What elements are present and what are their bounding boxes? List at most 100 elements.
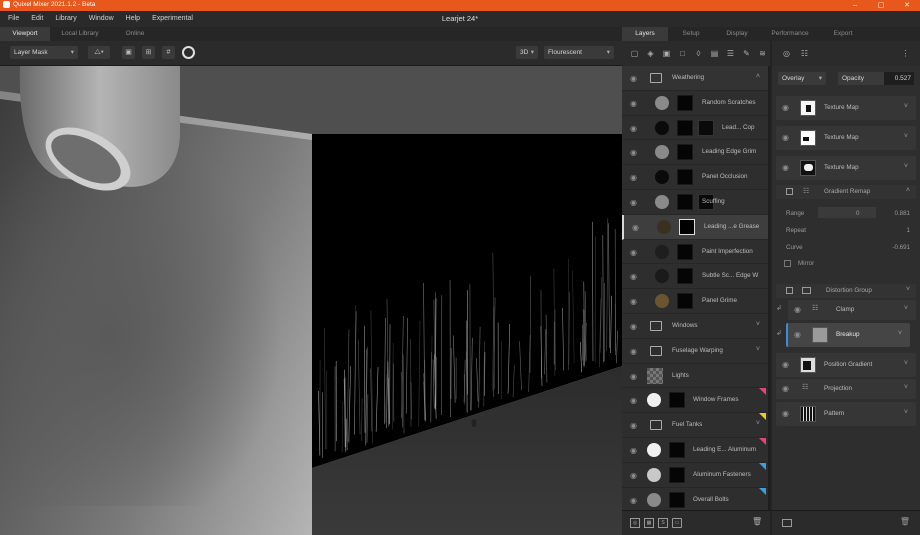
layer-row[interactable]: ◉ Panel Grime: [622, 289, 768, 314]
layer-folder[interactable]: ◉ Fuel Tanks ˅: [622, 413, 768, 438]
eye-icon[interactable]: ◉: [630, 173, 637, 182]
eye-icon[interactable]: ◉: [630, 74, 637, 83]
opacity-input[interactable]: 0.527: [884, 72, 914, 85]
eye-icon[interactable]: ◉: [630, 496, 637, 505]
eye-icon[interactable]: ◉: [630, 148, 637, 157]
add-smart-icon[interactable]: S: [658, 518, 668, 528]
menu-library[interactable]: Library: [49, 11, 82, 27]
position-gradient-card[interactable]: ◉ Position Gradient ˅: [776, 353, 916, 377]
chevron-down-icon[interactable]: ˅: [904, 305, 908, 312]
eye-icon[interactable]: ◉: [630, 421, 637, 430]
minimize-button[interactable]: –: [842, 0, 868, 11]
tab-online[interactable]: Online: [110, 27, 160, 41]
menu-edit[interactable]: Edit: [25, 11, 49, 27]
chevron-icon[interactable]: ˅: [756, 321, 760, 328]
layer-row[interactable]: ◉ Random Scratches: [622, 91, 768, 116]
split-view-button[interactable]: ⊞: [142, 46, 155, 59]
lighting-dropdown[interactable]: Flourescent ▾: [544, 46, 614, 59]
eye-icon[interactable]: ◉: [782, 384, 789, 393]
eye-icon[interactable]: ◉: [630, 322, 637, 331]
eye-icon[interactable]: ◉: [782, 133, 789, 142]
layer-properties-icon[interactable]: ◎: [780, 49, 793, 58]
image-view-button[interactable]: ▣: [122, 46, 135, 59]
mirror-checkbox[interactable]: [784, 260, 791, 267]
paint-mode-button[interactable]: ⧍▾: [88, 46, 110, 59]
eye-icon[interactable]: ◉: [782, 103, 789, 112]
tab-setup[interactable]: Setup: [668, 27, 714, 41]
texture-map-card[interactable]: ◉ Texture Map ˅: [776, 156, 916, 180]
add-folder-icon[interactable]: ▭: [672, 518, 682, 528]
view-mode-dropdown[interactable]: Layer Mask ▾: [10, 46, 78, 59]
maximize-button[interactable]: ▢: [868, 0, 894, 11]
chevron-icon[interactable]: ˅: [756, 346, 760, 353]
repeat-value[interactable]: 1: [907, 227, 910, 234]
tab-performance[interactable]: Performance: [760, 27, 820, 41]
layer-row[interactable]: ◉ Leading E... Aluminum: [622, 437, 768, 463]
add-paint-layer-icon[interactable]: ▢: [628, 49, 641, 58]
eye-icon[interactable]: ◉: [782, 409, 789, 418]
layer-row[interactable]: ◉ Leading ...e Grease: [622, 214, 768, 240]
chevron-up-icon[interactable]: ˄: [906, 187, 910, 194]
menu-window[interactable]: Window: [83, 11, 120, 27]
delete-layer-icon[interactable]: 🗑: [752, 518, 762, 528]
tab-display[interactable]: Display: [714, 27, 760, 41]
layer-folder[interactable]: ◉ Windows ˅: [622, 314, 768, 339]
menu-file[interactable]: File: [2, 11, 25, 27]
layer-row[interactable]: ◉ Paint Imperfection: [622, 240, 768, 265]
chevron-down-icon[interactable]: ˅: [906, 286, 910, 293]
eye-icon[interactable]: ◉: [630, 198, 637, 207]
more-icon[interactable]: ⋮: [899, 49, 912, 58]
distortion-group-header[interactable]: Distortion Group ˅: [776, 284, 916, 298]
eye-icon[interactable]: ◉: [630, 446, 637, 455]
layer-row[interactable]: ◉ Overall Bolts: [622, 487, 768, 510]
smart-material-icon[interactable]: ▤: [708, 49, 721, 58]
eye-icon[interactable]: ◉: [630, 396, 637, 405]
gradient-remap-header[interactable]: ☷ Gradient Remap ˄: [776, 185, 916, 199]
layer-row[interactable]: ◉ Lights: [622, 364, 768, 389]
menu-help[interactable]: Help: [120, 11, 146, 27]
eye-icon[interactable]: ◉: [630, 99, 637, 108]
eye-icon[interactable]: ◉: [794, 330, 801, 339]
enable-checkbox[interactable]: [786, 188, 793, 195]
drop-icon[interactable]: ◊: [692, 49, 705, 58]
eye-icon[interactable]: ◉: [630, 347, 637, 356]
layer-row[interactable]: ◉ Lead... Cop: [622, 116, 768, 141]
layer-row[interactable]: ◉ Subtle Sc... Edge W: [622, 264, 768, 290]
tab-local-library[interactable]: Local Library: [55, 27, 105, 41]
chevron-down-icon[interactable]: ˅: [898, 330, 902, 337]
eye-icon[interactable]: ◉: [782, 163, 789, 172]
menu-experimental[interactable]: Experimental: [146, 11, 199, 27]
chevron-icon[interactable]: ˅: [756, 420, 760, 427]
layer-folder[interactable]: ◉ Fuselage Warping ˅: [622, 339, 768, 364]
eye-icon[interactable]: ◉: [630, 124, 637, 133]
focus-target-button[interactable]: [182, 46, 195, 59]
chevron-icon[interactable]: ˄: [756, 73, 760, 80]
chevron-down-icon[interactable]: ˅: [904, 133, 908, 140]
blend-mode-dropdown[interactable]: Overlay ▾: [778, 72, 826, 85]
texture-map-card[interactable]: ◉ Texture Map ˅: [776, 126, 916, 150]
layer-row[interactable]: ◉ Window Frames: [622, 388, 768, 414]
grid-toggle-button[interactable]: #: [162, 46, 175, 59]
tab-layers[interactable]: Layers: [622, 27, 668, 41]
range-max-value[interactable]: 0.881: [895, 210, 910, 217]
texture-icon[interactable]: ▣: [660, 49, 673, 58]
folder-icon[interactable]: [782, 519, 792, 527]
curve-value[interactable]: -0.691: [892, 244, 910, 251]
adjustments-icon[interactable]: ☰: [724, 49, 737, 58]
layer-row[interactable]: ◉ Aluminum Fasteners: [622, 462, 768, 488]
enable-checkbox[interactable]: [786, 287, 793, 294]
add-mask-icon[interactable]: ▦: [644, 518, 654, 528]
eye-icon[interactable]: ◉: [630, 272, 637, 281]
sliders-icon[interactable]: ☷: [798, 49, 811, 58]
texture-map-card[interactable]: ◉ Texture Map ˅: [776, 96, 916, 120]
brush-icon[interactable]: ✎: [740, 49, 753, 58]
projection-card[interactable]: ◉ ☷ Projection ˅: [776, 379, 916, 399]
tab-export[interactable]: Export: [820, 27, 866, 41]
tab-viewport[interactable]: Viewport: [0, 27, 50, 41]
close-button[interactable]: ✕: [894, 0, 920, 11]
3d-viewport[interactable]: [0, 66, 622, 535]
clamp-card[interactable]: ◉ ☷ Clamp ˅: [788, 300, 916, 320]
eye-icon[interactable]: ◉: [794, 305, 801, 314]
eye-icon[interactable]: ◉: [630, 372, 637, 381]
eye-icon[interactable]: ◉: [630, 471, 637, 480]
